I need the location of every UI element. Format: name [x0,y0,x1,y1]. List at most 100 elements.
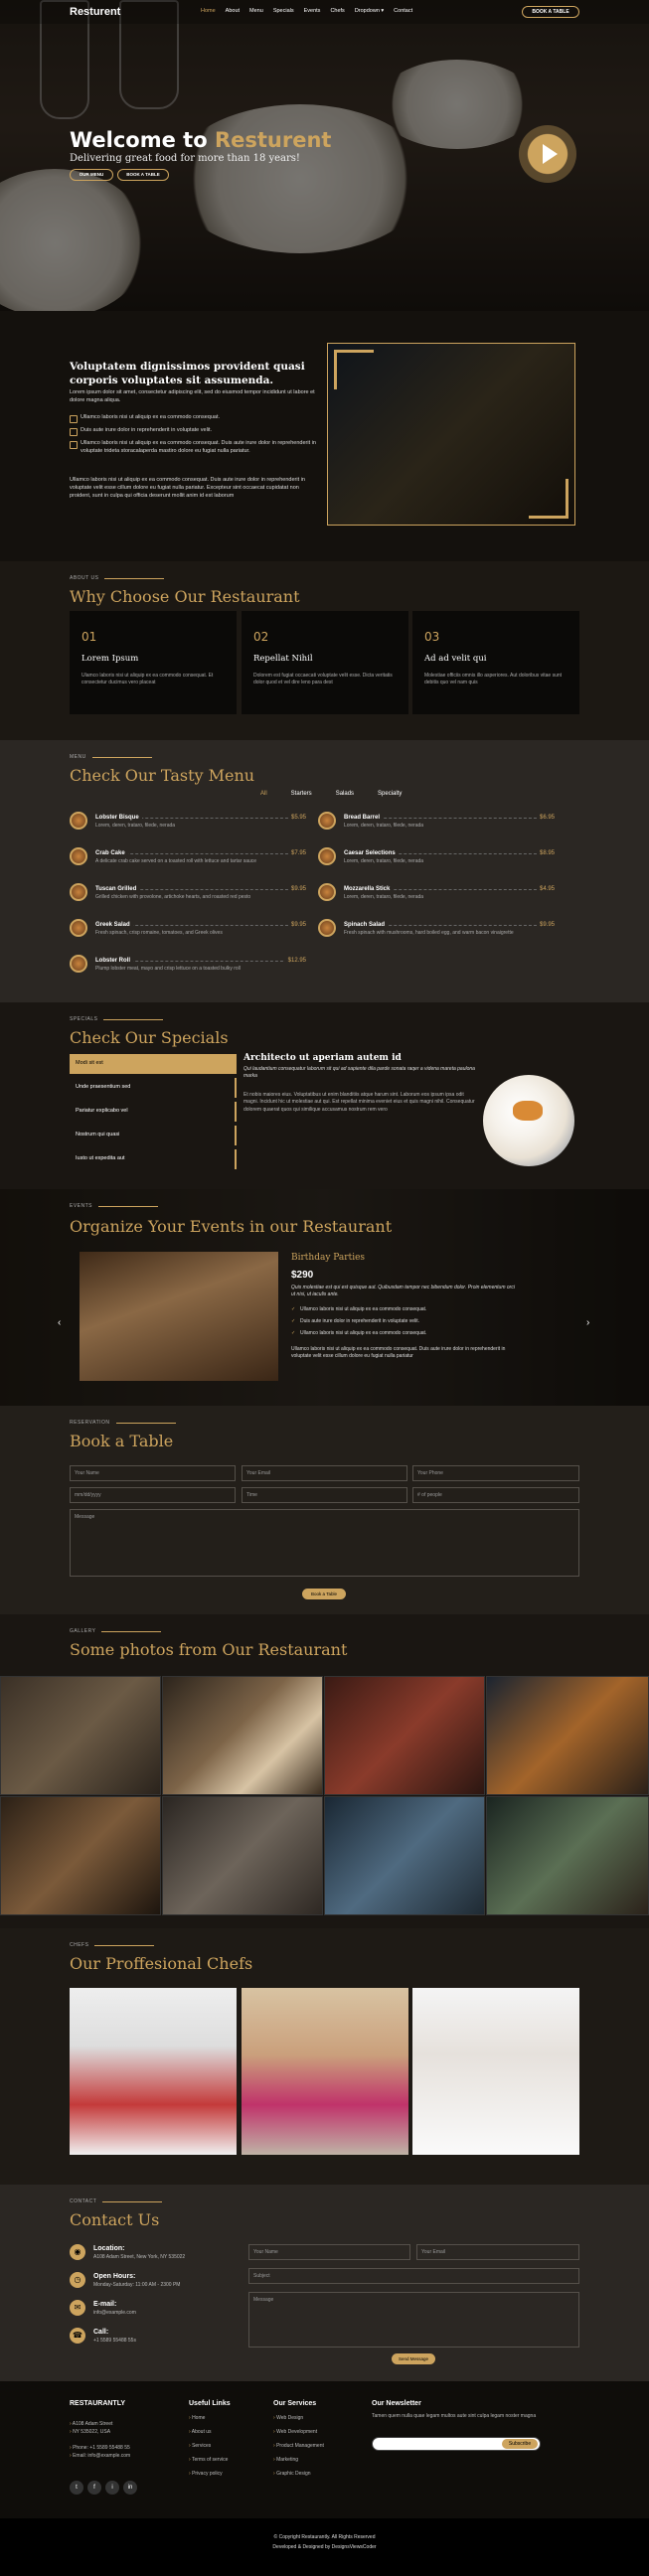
credits-text: Developed & Designed by DesignsViewsCode… [272,2544,377,2550]
gallery-photo[interactable] [162,1676,323,1795]
chef-photo[interactable] [70,1988,237,2155]
gallery-photo[interactable] [162,1796,323,1915]
facebook-icon[interactable]: f [87,2481,101,2495]
contact-name-input[interactable]: Your Name [248,2244,410,2260]
section-eyebrow: CONTACT [70,2198,579,2205]
specials-tab[interactable]: Pariatur explicabo vel [70,1102,237,1122]
menu-item[interactable]: Lobster Roll $12.95 Plump lobster meat, ma… [70,955,306,981]
chef-photo[interactable] [242,1988,408,2155]
dish-image [70,812,87,830]
about-section: Voluptatem dignissimos provident quasi c… [0,311,649,561]
menu-item[interactable]: Bread Barrel $6.95 Lorem, deren, trataro, … [318,812,555,837]
specials-tab[interactable]: Modi sit est [70,1054,237,1074]
book-table-button[interactable]: BOOK A TABLE [522,6,579,18]
our-menu-button[interactable]: OUR MENU [70,169,113,181]
specials-tab[interactable]: Iusto ut expedita aut [70,1149,237,1169]
nav-contact[interactable]: Contact [394,8,412,16]
nav-dropdown[interactable]: Dropdown ▾ [355,8,384,16]
time-input[interactable]: Time [242,1487,407,1503]
event-list-item: Ullamco laboris nisi ut aliquip ex ea co… [291,1306,516,1314]
nav-menu[interactable]: Menu [249,8,263,16]
footer-service-link[interactable]: Product Management [273,2443,324,2450]
date-input[interactable]: mm/dd/yyyy [70,1487,236,1503]
about-title: Voluptatem dignissimos provident quasi c… [70,361,305,386]
copyright-bar: © Copyright Restaurantly. All Rights Res… [0,2518,649,2576]
why-box: 01 Lorem Ipsum Ulamco laboris nisi ut al… [70,611,237,714]
footer-link[interactable]: Home [189,2415,205,2422]
hero-section: Welcome to Resturent Delivering great fo… [0,0,649,311]
dish-image [70,955,87,973]
event-name: Birthday Parties [291,1253,366,1263]
contact-message-textarea[interactable]: Message [248,2292,579,2348]
location-icon: ◉ [70,2244,85,2260]
linkedin-icon[interactable]: in [123,2481,137,2495]
section-title: Check Our Specials [70,1028,229,1048]
menu-item[interactable]: Tuscan Grilled $9.95 Grilled chicken with … [70,883,306,909]
menu-item[interactable]: Spinach Salad $9.95 Fresh spinach with mus… [318,919,555,945]
gallery-photo[interactable] [486,1796,649,1915]
menu-section: MENU Check Our Tasty Menu All Starters S… [0,740,649,1002]
clock-icon: ◷ [70,2272,85,2288]
specials-tab[interactable]: Unde praesentium sed [70,1078,237,1098]
gallery-photo[interactable] [0,1676,161,1795]
instagram-icon[interactable]: i [105,2481,119,2495]
section-eyebrow: SPECIALS [70,1016,579,1023]
top-header: Resturent Home About Menu Specials Event… [0,0,649,24]
footer-service-link[interactable]: Web Development [273,2429,317,2436]
contact-email-input[interactable]: Your Email [416,2244,579,2260]
dish-image [70,883,87,901]
footer-link[interactable]: About us [189,2429,212,2436]
footer-service-link[interactable]: Graphic Design [273,2471,310,2478]
site-logo[interactable]: Resturent [70,5,120,21]
nav-chefs[interactable]: Chefs [330,8,344,16]
phone-input[interactable]: Your Phone [412,1465,579,1481]
name-input[interactable]: Your Name [70,1465,236,1481]
contact-section: CONTACT Contact Us ◉ Location: A108 Adam S… [0,2185,649,2381]
footer-link[interactable]: Services [189,2443,211,2450]
filter-salads[interactable]: Salads [336,790,354,799]
footer-service-link[interactable]: Web Design [273,2415,303,2422]
subscribe-button[interactable]: Subscribe [502,2439,538,2449]
email-input[interactable]: Your Email [242,1465,407,1481]
prev-arrow-icon[interactable]: ‹ [58,1316,61,1331]
nav-specials[interactable]: Specials [273,8,294,16]
menu-item[interactable]: Crab Cake $7.95 A delicate crab cake serve… [70,847,306,873]
hero-book-button[interactable]: BOOK A TABLE [117,169,169,181]
useful-links-title: Useful Links [189,2400,231,2407]
filter-starters[interactable]: Starters [291,790,312,799]
footer-service-link[interactable]: Marketing [273,2457,298,2464]
nav-events[interactable]: Events [304,8,321,16]
dish-image [318,847,336,865]
twitter-icon[interactable]: t [70,2481,83,2495]
footer-link[interactable]: Privacy policy [189,2471,223,2478]
footer-brand: RESTAURANTLY [70,2400,126,2407]
event-outro: Ullamco laboris nisi ut aliquip ex ea co… [291,1346,506,1360]
menu-item[interactable]: Lobster Bisque $5.95 Lorem, deren, trataro… [70,812,306,837]
gallery-photo[interactable] [486,1676,649,1795]
message-textarea[interactable]: Message [70,1509,579,1577]
about-intro: Lorem ipsum dolor sit amet, consectetur … [70,389,315,403]
filter-specialty[interactable]: Specialty [378,790,402,799]
send-message-button[interactable]: Send Message [392,2353,435,2364]
about-list-item: Duis aute irure dolor in reprehenderit i… [70,427,318,436]
section-eyebrow: ABOUT US [70,575,579,582]
menu-item[interactable]: Greek Salad $9.95 Fresh spinach, crisp rom… [70,919,306,945]
newsletter-title: Our Newsletter [372,2400,421,2407]
play-video-icon[interactable] [519,125,576,183]
people-input[interactable]: # of people [412,1487,579,1503]
next-arrow-icon[interactable]: › [586,1316,589,1331]
book-submit-button[interactable]: Book a Table [302,1589,346,1599]
menu-item[interactable]: Mozzarella Stick $4.95 Lorem, deren, trata… [318,883,555,909]
gallery-photo[interactable] [324,1676,485,1795]
footer-link[interactable]: Terms of service [189,2457,228,2464]
gallery-photo[interactable] [324,1796,485,1915]
chef-photo[interactable] [412,1988,579,2155]
nav-about[interactable]: About [226,8,240,16]
menu-item[interactable]: Caesar Selections $8.95 Lorem, deren, trat… [318,847,555,873]
contact-subject-input[interactable]: Subject [248,2268,579,2284]
nav-home[interactable]: Home [201,8,216,16]
gallery-photo[interactable] [0,1796,161,1915]
filter-all[interactable]: All [260,790,267,799]
specials-tab[interactable]: Nostrum qui quasi [70,1126,237,1145]
footer-address: NY 535022, USA [70,2429,110,2436]
